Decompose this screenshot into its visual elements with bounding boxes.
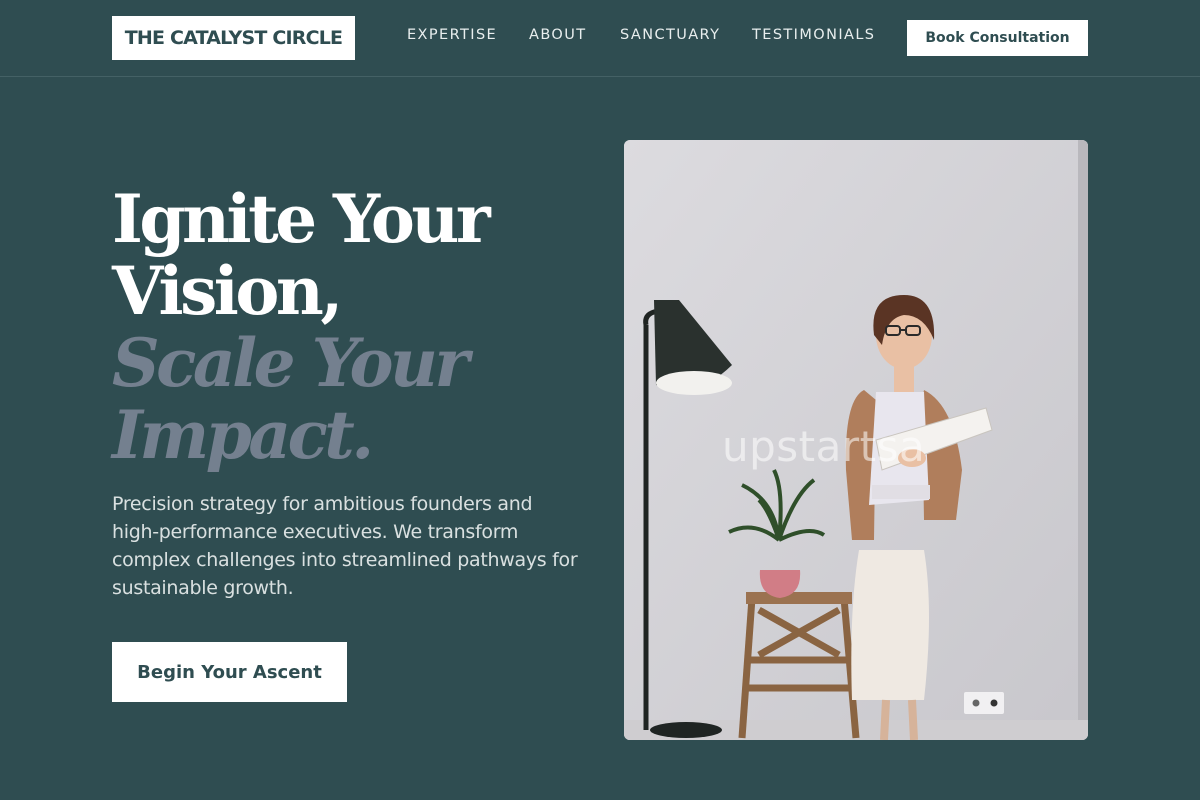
headline-line-1: Ignite Your (112, 180, 491, 258)
begin-ascent-button[interactable]: Begin Your Ascent (112, 642, 347, 702)
hero-headline: Ignite Your Vision, Scale Your Impact. (112, 183, 592, 471)
headline-accent-line-2: Impact. (112, 396, 374, 474)
headline-line-2: Vision, (112, 252, 343, 330)
book-consultation-button[interactable]: Book Consultation (907, 20, 1088, 56)
image-watermark: upstartsa (722, 422, 926, 471)
site-header: THE CATALYST CIRCLE EXPERTISE ABOUT SANC… (0, 0, 1200, 77)
hero-photo: upstartsa (624, 140, 1088, 740)
nav-link-about[interactable]: ABOUT (529, 27, 587, 43)
hero-subtext: Precision strategy for ambitious founder… (112, 493, 578, 599)
brand-logo[interactable]: THE CATALYST CIRCLE (112, 16, 355, 60)
nav-link-testimonials[interactable]: TESTIMONIALS (752, 27, 875, 43)
nav-link-sanctuary[interactable]: SANCTUARY (620, 27, 720, 43)
headline-accent-line-1: Scale Your (112, 324, 469, 402)
nav-link-expertise[interactable]: EXPERTISE (407, 27, 497, 43)
